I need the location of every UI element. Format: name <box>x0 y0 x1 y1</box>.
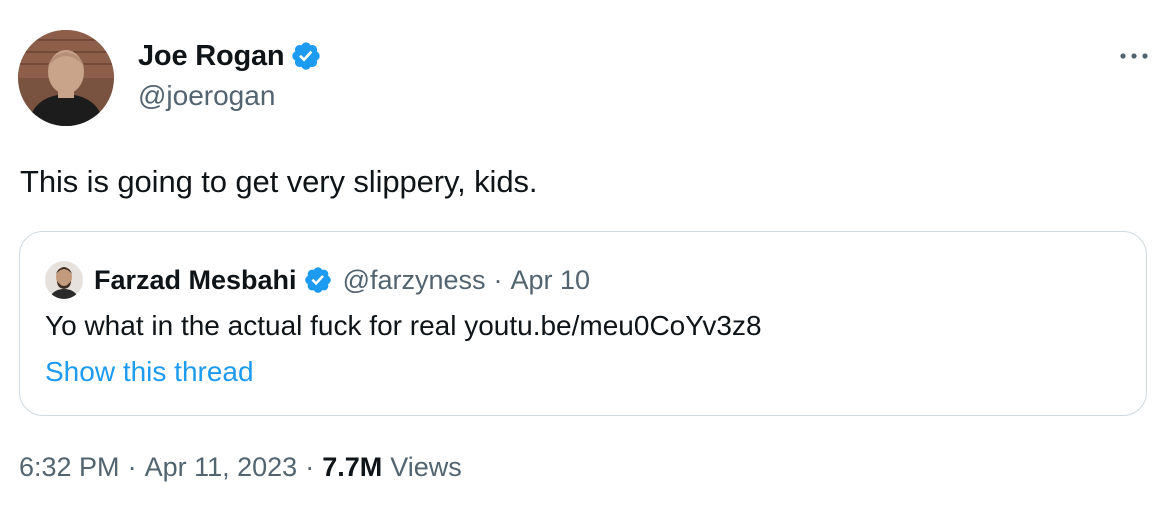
quoted-tweet-text: Yo what in the actual fuck for real yout… <box>45 310 762 341</box>
author-handle[interactable]: @joerogan <box>138 80 275 112</box>
views-label: Views <box>390 452 462 482</box>
verified-badge-icon <box>304 267 331 293</box>
tweet-meta: 6:32 PM · Apr 11, 2023 · 7.7M Views <box>19 452 462 483</box>
quoted-tweet-header: Farzad Mesbahi @farzyness · Apr 10 <box>94 260 590 300</box>
tweet-time[interactable]: 6:32 PM <box>19 452 120 483</box>
quoted-date-separator: · <box>493 264 503 295</box>
more-options-icon[interactable] <box>1116 44 1152 68</box>
quoted-tweet-card[interactable]: Farzad Mesbahi @farzyness · Apr 10 Yo wh… <box>19 231 1147 416</box>
quoted-author-avatar[interactable] <box>45 261 83 299</box>
meta-separator: · <box>305 452 315 482</box>
tweet: Joe Rogan @joerogan This is going to get… <box>0 0 1174 512</box>
meta-separator: · <box>127 452 137 482</box>
tweet-date[interactable]: Apr 11, 2023 <box>145 452 298 483</box>
verified-badge-icon <box>292 42 321 70</box>
author-name-row: Joe Rogan <box>138 36 322 76</box>
show-thread-link[interactable]: Show this thread <box>45 356 254 388</box>
views-count[interactable]: 7.7M <box>322 452 382 483</box>
quoted-tweet-date[interactable]: Apr 10 <box>511 265 591 296</box>
author-avatar-image <box>18 30 114 126</box>
quoted-author-name[interactable]: Farzad Mesbahi <box>94 265 297 296</box>
tweet-text: This is going to get very slippery, kids… <box>20 164 538 199</box>
quoted-author-avatar-image <box>45 261 83 299</box>
author-avatar[interactable] <box>18 30 114 126</box>
author-display-name[interactable]: Joe Rogan <box>138 40 285 73</box>
quoted-author-handle[interactable]: @farzyness <box>343 265 486 296</box>
